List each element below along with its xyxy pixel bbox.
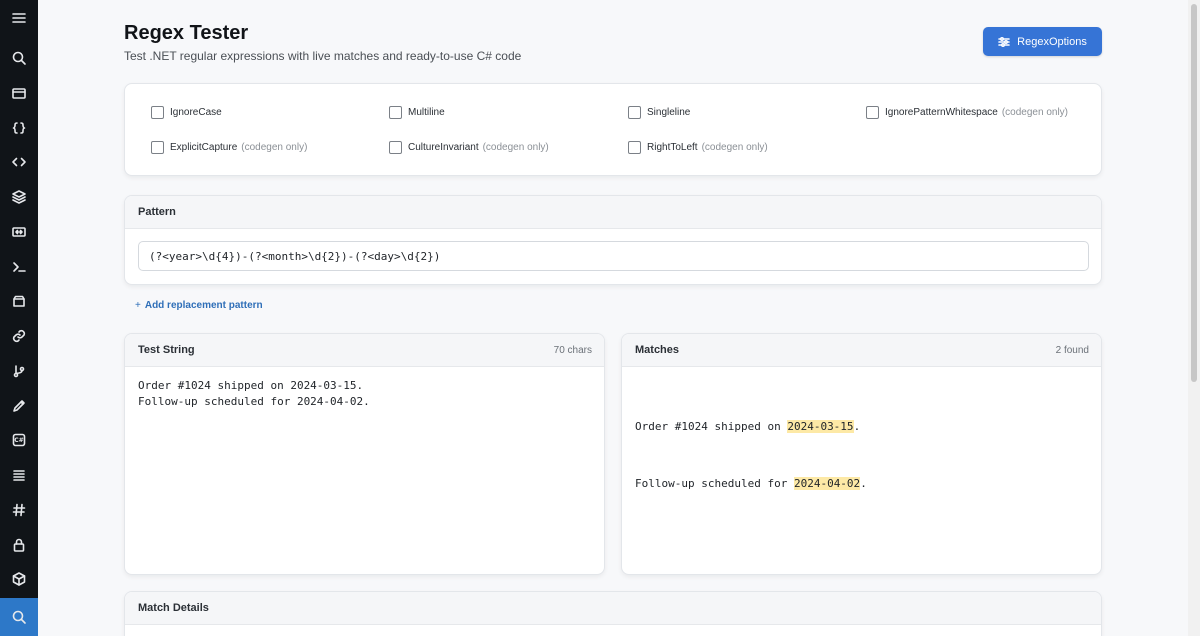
pattern-input[interactable]: (?<year>\d{4})-(?<month>\d{2})-(?<day>\d… bbox=[138, 241, 1089, 271]
match-count: 2 found bbox=[1055, 345, 1089, 356]
regex-options-button[interactable]: RegexOptions bbox=[983, 27, 1102, 56]
page-scrollbar[interactable] bbox=[1188, 0, 1200, 636]
option-multiline[interactable]: Multiline bbox=[389, 106, 445, 119]
search-icon[interactable] bbox=[0, 41, 38, 75]
option-label: Singleline bbox=[647, 107, 691, 118]
options-panel: IgnoreCase Multiline Singleline IgnorePa… bbox=[124, 83, 1102, 176]
char-count: 70 chars bbox=[553, 345, 592, 356]
match-line: Order #1024 shipped on 2024-03-15. bbox=[635, 417, 867, 436]
credit-card-icon[interactable] bbox=[0, 76, 38, 110]
option-cultureinvariant[interactable]: CultureInvariant (codegen only) bbox=[389, 141, 549, 154]
page-title: Regex Tester bbox=[124, 22, 249, 44]
package-icon[interactable] bbox=[0, 562, 38, 596]
archive-icon[interactable] bbox=[0, 284, 38, 318]
layers-icon[interactable] bbox=[0, 180, 38, 214]
option-label: CultureInvariant bbox=[408, 142, 479, 153]
match-details-header: Match Details bbox=[125, 592, 1101, 625]
checkbox[interactable] bbox=[151, 106, 164, 119]
git-icon[interactable] bbox=[0, 354, 38, 388]
matches-panel: Matches 2 found Order #1024 shipped on 2… bbox=[621, 333, 1102, 575]
option-ignorepatternwhitespace[interactable]: IgnorePatternWhitespace (codegen only) bbox=[866, 106, 1068, 119]
checkbox[interactable] bbox=[628, 141, 641, 154]
option-righttoleft[interactable]: RightToLeft (codegen only) bbox=[628, 141, 768, 154]
link-icon[interactable] bbox=[0, 319, 38, 353]
search-active-icon[interactable] bbox=[0, 598, 38, 636]
test-line: Follow-up scheduled for 2024-04-02. bbox=[138, 395, 370, 408]
pattern-heading: Pattern bbox=[138, 206, 176, 218]
match-text: Order #1024 shipped on bbox=[635, 420, 788, 433]
regex-options-label: RegexOptions bbox=[1017, 35, 1087, 48]
match-text: . bbox=[860, 477, 867, 490]
option-label: ExplicitCapture bbox=[170, 142, 238, 153]
menu-icon[interactable] bbox=[0, 1, 38, 35]
add-replacement-label: Add replacement pattern bbox=[144, 300, 263, 311]
test-string-input[interactable]: Order #1024 shipped on 2024-03-15. Follow… bbox=[138, 378, 370, 410]
option-label: IgnorePatternWhitespace bbox=[885, 107, 998, 118]
checkbox[interactable] bbox=[151, 141, 164, 154]
page-subtitle: Test .NET regular expressions with live … bbox=[124, 49, 522, 63]
checkbox[interactable] bbox=[389, 141, 402, 154]
option-label: RightToLeft bbox=[647, 142, 698, 153]
match-details-panel: Match Details bbox=[124, 591, 1102, 636]
match-details-heading: Match Details bbox=[138, 602, 209, 614]
test-line: Order #1024 shipped on 2024-03-15. bbox=[138, 379, 364, 392]
sliders-icon bbox=[998, 36, 1010, 47]
plus-icon: + bbox=[135, 300, 141, 311]
match-highlight[interactable]: 2024-03-15 bbox=[787, 420, 854, 433]
option-label: IgnoreCase bbox=[170, 107, 222, 118]
matches-heading: Matches bbox=[635, 344, 680, 356]
hash-icon[interactable] bbox=[0, 493, 38, 527]
pattern-header: Pattern bbox=[125, 196, 1101, 229]
add-replacement-link[interactable]: + Add replacement pattern bbox=[135, 300, 263, 311]
checkbox[interactable] bbox=[866, 106, 879, 119]
lock-icon[interactable] bbox=[0, 528, 38, 562]
matches-header: Matches 2 found bbox=[622, 334, 1101, 367]
scrollbar-thumb[interactable] bbox=[1191, 4, 1197, 382]
codegen-note: (codegen only) bbox=[482, 142, 549, 153]
codegen-note: (codegen only) bbox=[1001, 107, 1068, 118]
sidebar: C# bbox=[0, 0, 38, 636]
list-icon[interactable] bbox=[0, 458, 38, 492]
code-icon[interactable] bbox=[0, 145, 38, 179]
option-singleline[interactable]: Singleline bbox=[628, 106, 690, 119]
test-string-heading: Test String bbox=[138, 344, 195, 356]
codegen-note: (codegen only) bbox=[241, 142, 308, 153]
test-string-panel: Test String 70 chars Order #1024 shipped… bbox=[124, 333, 605, 575]
matches-output: Order #1024 shipped on 2024-03-15. Follo… bbox=[635, 379, 867, 531]
match-text: . bbox=[853, 420, 861, 433]
option-ignorecase[interactable]: IgnoreCase bbox=[151, 106, 222, 119]
pen-icon[interactable] bbox=[0, 389, 38, 423]
option-label: Multiline bbox=[408, 107, 445, 118]
pattern-panel: Pattern (?<year>\d{4})-(?<month>\d{2})-(… bbox=[124, 195, 1102, 285]
match-highlight[interactable]: 2024-04-02 bbox=[793, 477, 861, 490]
checkbox[interactable] bbox=[628, 106, 641, 119]
option-explicitcapture[interactable]: ExplicitCapture (codegen only) bbox=[151, 141, 307, 154]
match-line: Follow-up scheduled for 2024-04-02. bbox=[635, 474, 867, 493]
checkbox[interactable] bbox=[389, 106, 402, 119]
test-string-header: Test String 70 chars bbox=[125, 334, 604, 367]
codegen-note: (codegen only) bbox=[701, 142, 768, 153]
terminal-icon[interactable] bbox=[0, 250, 38, 284]
braces-icon[interactable] bbox=[0, 111, 38, 145]
compare-icon[interactable] bbox=[0, 215, 38, 249]
csharp-icon[interactable]: C# bbox=[0, 423, 38, 457]
csharp-label: C# bbox=[14, 436, 24, 444]
match-text: Follow-up scheduled for bbox=[635, 477, 794, 490]
